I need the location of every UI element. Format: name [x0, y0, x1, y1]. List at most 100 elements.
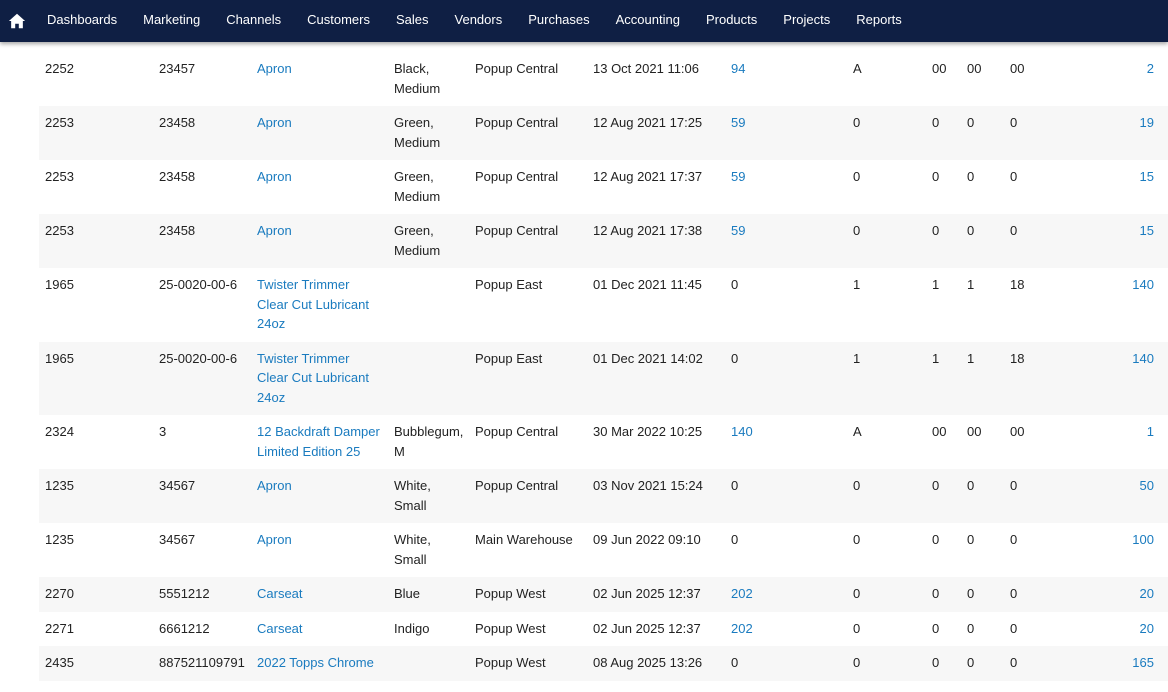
row-product-link[interactable]: 12 Backdraft Damper Limited Edition 25: [257, 424, 380, 459]
nav-projects[interactable]: Projects: [770, 0, 843, 42]
row-total-link[interactable]: 140: [1132, 351, 1154, 366]
row-id: 2270: [45, 586, 74, 601]
row-qty[interactable]: 94: [731, 61, 745, 76]
row-product-link[interactable]: Twister Trimmer Clear Cut Lubricant 24oz: [257, 351, 369, 405]
cell-location: Popup West: [469, 646, 587, 681]
cell-id: 2252: [39, 52, 153, 106]
cell-product: Carseat: [251, 577, 388, 612]
nav-purchases[interactable]: Purchases: [515, 0, 602, 42]
cell-variant: [388, 268, 469, 342]
row-id: 1235: [45, 478, 74, 493]
nav-accounting[interactable]: Accounting: [603, 0, 693, 42]
cell-id: 1965: [39, 341, 153, 415]
row-qty[interactable]: 59: [731, 169, 745, 184]
row-total-link[interactable]: 50: [1140, 478, 1154, 493]
row-col-2: 0: [932, 169, 940, 184]
home-button[interactable]: [0, 0, 34, 42]
cell-qty: 94: [725, 52, 847, 106]
cell-id: 2324: [39, 415, 153, 469]
cell-c4: 0: [1004, 106, 1061, 160]
cell-total: 15: [1061, 214, 1168, 268]
row-product-link[interactable]: Apron: [257, 61, 292, 76]
table-row: 2324 3 12 Backdraft Damper Limited Edition…: [39, 415, 1168, 469]
row-total-link[interactable]: 15: [1140, 169, 1154, 184]
cell-c1: 1: [847, 268, 926, 342]
nav-sales[interactable]: Sales: [383, 0, 442, 42]
row-product-link[interactable]: Twister Trimmer Clear Cut Lubricant 24oz: [257, 277, 369, 331]
table-row: 1965 25-0020-00-6 Twister Trimmer Clear Cu…: [39, 268, 1168, 342]
row-product-link[interactable]: Carseat: [257, 586, 303, 601]
row-col-4: 0: [1010, 586, 1018, 601]
row-qty[interactable]: 59: [731, 115, 745, 130]
cell-total: 20: [1061, 612, 1168, 647]
nav-dashboards[interactable]: Dashboards: [34, 0, 130, 42]
cell-variant: Green, Medium: [388, 160, 469, 214]
row-qty[interactable]: 140: [731, 424, 753, 439]
cell-sku: 23458: [153, 106, 251, 160]
cell-c2: 0: [926, 469, 961, 523]
row-product-link[interactable]: Apron: [257, 115, 292, 130]
cell-location: Popup East: [469, 341, 587, 415]
row-col-1: 0: [853, 478, 861, 493]
cell-c4: 18: [1004, 341, 1061, 415]
cell-variant: [388, 341, 469, 415]
cell-product: 2022 Topps Chrome: [251, 646, 388, 681]
nav-customers[interactable]: Customers: [294, 0, 383, 42]
row-col-2: 00: [932, 424, 947, 439]
row-total-link[interactable]: 19: [1140, 115, 1154, 130]
row-total-link[interactable]: 15: [1140, 223, 1154, 238]
cell-date: 12 Aug 2021 17:25: [587, 106, 725, 160]
cell-c3: 0: [961, 214, 1004, 268]
row-product-link[interactable]: Carseat: [257, 621, 303, 636]
cell-qty: 59: [725, 106, 847, 160]
cell-id: 2253: [39, 160, 153, 214]
nav-products[interactable]: Products: [693, 0, 770, 42]
row-product-link[interactable]: Apron: [257, 478, 292, 493]
row-col-3: 0: [967, 115, 975, 130]
row-id: 2271: [45, 620, 74, 636]
row-col-4: 18: [1010, 277, 1025, 292]
row-total-link[interactable]: 140: [1132, 277, 1154, 292]
row-sku: 25-0020-00-6: [159, 350, 238, 366]
table-row: 1235 34567 Apron White, Small Popup Central 0…: [39, 469, 1168, 523]
cell-c1: 0: [847, 523, 926, 577]
cell-location: Popup Central: [469, 52, 587, 106]
cell-c3: 0: [961, 160, 1004, 214]
row-col-3: 0: [967, 478, 975, 493]
row-product-link[interactable]: Apron: [257, 223, 292, 238]
row-total-link[interactable]: 2: [1147, 61, 1154, 76]
row-sku: 23458: [159, 115, 196, 130]
cell-c1: A: [847, 52, 926, 106]
cell-product: Apron: [251, 160, 388, 214]
row-qty: 0: [731, 532, 739, 547]
nav-channels[interactable]: Channels: [213, 0, 294, 42]
cell-c2: 0: [926, 160, 961, 214]
cell-sku: 887521109791: [153, 646, 251, 681]
cell-variant: Indigo: [388, 612, 469, 647]
row-total-link[interactable]: 165: [1132, 655, 1154, 670]
nav-vendors[interactable]: Vendors: [442, 0, 516, 42]
row-date: 03 Nov 2021 15:24: [593, 478, 703, 493]
cell-c4: 0: [1004, 523, 1061, 577]
row-col-1: 0: [853, 620, 861, 636]
row-col-4: 0: [1010, 223, 1018, 238]
cell-product: Apron: [251, 214, 388, 268]
row-total-link[interactable]: 100: [1132, 532, 1154, 547]
cell-c2: 0: [926, 612, 961, 647]
row-col-2: 0: [932, 655, 940, 670]
cell-variant: Green, Medium: [388, 106, 469, 160]
row-qty[interactable]: 202: [731, 621, 753, 636]
cell-id: 2271: [39, 612, 153, 647]
row-total-link[interactable]: 1: [1147, 424, 1154, 439]
row-total-link[interactable]: 20: [1140, 621, 1154, 636]
table-row: 2270 5551212 Carseat Blue Popup West 02 Jun 2…: [39, 577, 1168, 612]
nav-reports[interactable]: Reports: [843, 0, 915, 42]
row-product-link[interactable]: 2022 Topps Chrome: [257, 655, 374, 670]
nav-marketing[interactable]: Marketing: [130, 0, 213, 42]
row-product-link[interactable]: Apron: [257, 169, 292, 184]
row-total-link[interactable]: 20: [1140, 586, 1154, 601]
row-col-4: 0: [1010, 655, 1018, 670]
row-qty[interactable]: 59: [731, 223, 745, 238]
row-product-link[interactable]: Apron: [257, 532, 292, 547]
row-qty[interactable]: 202: [731, 586, 753, 601]
